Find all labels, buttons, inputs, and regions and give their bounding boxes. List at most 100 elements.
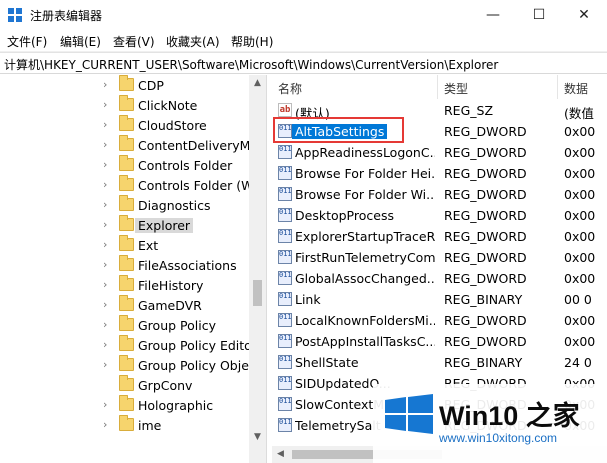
value-row[interactable]: 0110Browse For Folder Wi... REG_DWORD 0x00 bbox=[272, 184, 607, 205]
value-data: 0x00 bbox=[564, 166, 596, 181]
value-row[interactable]: 0110ShellState REG_BINARY 24 0 bbox=[272, 352, 607, 373]
tree-item-group-policy[interactable]: › Group Policy bbox=[0, 315, 250, 335]
chevron-right-icon[interactable]: › bbox=[103, 78, 107, 91]
tree-item-cdp[interactable]: › CDP bbox=[0, 75, 250, 95]
tree-item-label: Controls Folder bbox=[138, 158, 233, 173]
chevron-right-icon[interactable]: › bbox=[103, 158, 107, 171]
chevron-right-icon[interactable]: › bbox=[103, 278, 107, 291]
tree-item-label: GameDVR bbox=[138, 298, 202, 313]
tree-item-gamedvr[interactable]: › GameDVR bbox=[0, 295, 250, 315]
value-row[interactable]: 0110FirstRunTelemetryCom... REG_DWORD 0x00 bbox=[272, 247, 607, 268]
close-button[interactable]: ✕ bbox=[561, 0, 607, 30]
tree-item-fileassociations[interactable]: › FileAssociations bbox=[0, 255, 250, 275]
menu-help[interactable]: 帮助(H) bbox=[231, 33, 273, 50]
tree-item-label: ime bbox=[138, 418, 162, 433]
tree-item-grpconv[interactable]: GrpConv bbox=[0, 375, 250, 395]
tree-item-holographic[interactable]: › Holographic bbox=[0, 395, 250, 415]
tree-item-cloudstore[interactable]: › CloudStore bbox=[0, 115, 250, 135]
value-row[interactable]: 0110ExplorerStartupTraceR... REG_DWORD 0x0… bbox=[272, 226, 607, 247]
menu-view[interactable]: 查看(V) bbox=[113, 33, 155, 50]
folder-icon bbox=[119, 195, 134, 211]
chevron-right-icon[interactable]: › bbox=[103, 138, 107, 151]
value-row[interactable]: 0110Link REG_BINARY 00 0 bbox=[272, 289, 607, 310]
value-row[interactable]: 0110DesktopProcess REG_DWORD 0x00 bbox=[272, 205, 607, 226]
tree-item-clicknote[interactable]: › ClickNote bbox=[0, 95, 250, 115]
chevron-right-icon[interactable]: › bbox=[103, 218, 107, 231]
value-data: (数值 bbox=[564, 106, 594, 121]
value-row[interactable]: 0110GlobalAssocChanged... REG_DWORD 0x00 bbox=[272, 268, 607, 289]
value-row[interactable]: 0110AppReadinessLogonC... REG_DWORD 0x00 bbox=[272, 142, 607, 163]
scroll-up-icon[interactable]: ▲ bbox=[249, 75, 266, 92]
value-data: 24 0 bbox=[564, 355, 592, 370]
chevron-right-icon[interactable]: › bbox=[103, 358, 107, 371]
dword-value-icon: 0110 bbox=[278, 187, 292, 201]
menu-favorites[interactable]: 收藏夹(A) bbox=[166, 33, 220, 50]
tree-item-ext[interactable]: › Ext bbox=[0, 235, 250, 255]
address-path[interactable]: 计算机\HKEY_CURRENT_USER\Software\Microsoft… bbox=[4, 56, 498, 73]
chevron-right-icon[interactable]: › bbox=[103, 318, 107, 331]
tree-item-label: FileAssociations bbox=[138, 258, 237, 273]
chevron-right-icon[interactable]: › bbox=[103, 178, 107, 191]
dword-value-icon: 0110 bbox=[278, 334, 292, 348]
menu-bar: 文件(F) 编辑(E) 查看(V) 收藏夹(A) 帮助(H) bbox=[0, 30, 607, 52]
chevron-right-icon[interactable]: › bbox=[103, 118, 107, 131]
dword-value-icon: 0110 bbox=[278, 250, 292, 264]
tree-item-diagnostics[interactable]: › Diagnostics bbox=[0, 195, 250, 215]
value-row[interactable]: 0110LocalKnownFoldersMi... REG_DWORD 0x00 bbox=[272, 310, 607, 331]
tree-item-label: Group Policy Edito bbox=[138, 338, 252, 353]
menu-file[interactable]: 文件(F) bbox=[7, 33, 47, 50]
folder-icon bbox=[119, 215, 134, 231]
folder-icon bbox=[119, 255, 134, 271]
dword-value-icon: 0110 bbox=[278, 208, 292, 222]
value-row-selected[interactable]: 0110AltTabSettings REG_DWORD 0x00 bbox=[272, 121, 607, 142]
folder-icon bbox=[119, 175, 134, 191]
maximize-button[interactable]: ☐ bbox=[516, 0, 562, 30]
scroll-left-icon[interactable]: ◀ bbox=[272, 446, 289, 463]
binary-value-icon: 0110 bbox=[278, 292, 292, 306]
value-type: REG_DWORD bbox=[444, 313, 527, 328]
chevron-right-icon[interactable]: › bbox=[103, 98, 107, 111]
value-name: PostAppInstallTasksC... bbox=[295, 334, 435, 349]
chevron-right-icon[interactable]: › bbox=[103, 418, 107, 431]
address-bar[interactable]: 计算机\HKEY_CURRENT_USER\Software\Microsoft… bbox=[0, 52, 607, 74]
minimize-button[interactable]: — bbox=[470, 0, 516, 30]
tree-item-controls-folder[interactable]: › Controls Folder bbox=[0, 155, 250, 175]
tree-item-label: GrpConv bbox=[138, 378, 193, 393]
chevron-right-icon[interactable]: › bbox=[103, 238, 107, 251]
value-row[interactable]: ab (默认) REG_SZ (数值 bbox=[272, 100, 607, 121]
folder-icon bbox=[119, 235, 134, 251]
value-row[interactable]: 0110PostAppInstallTasksC... REG_DWORD 0x00 bbox=[272, 331, 607, 352]
tree-item-ime[interactable]: › ime bbox=[0, 415, 250, 435]
column-header-name[interactable]: 名称 bbox=[272, 75, 438, 99]
chevron-right-icon[interactable]: › bbox=[103, 258, 107, 271]
tree-item-group-policy-editor[interactable]: › Group Policy Edito bbox=[0, 335, 252, 355]
value-name: AppReadinessLogonC... bbox=[295, 145, 435, 160]
tree-item-filehistory[interactable]: › FileHistory bbox=[0, 275, 250, 295]
column-header-type[interactable]: 类型 bbox=[438, 75, 558, 99]
menu-edit[interactable]: 编辑(E) bbox=[60, 33, 101, 50]
folder-icon bbox=[119, 415, 134, 431]
column-header-data[interactable]: 数据 bbox=[558, 75, 607, 99]
tree-scrollbar[interactable]: ▲ ▼ bbox=[249, 75, 266, 463]
chevron-right-icon[interactable]: › bbox=[103, 298, 107, 311]
folder-icon bbox=[119, 295, 134, 311]
watermark: Win10 之家 www.win10xitong.com bbox=[373, 384, 607, 463]
chevron-right-icon[interactable]: › bbox=[103, 338, 107, 351]
tree-item-group-policy-objects[interactable]: › Group Policy Objec bbox=[0, 355, 256, 375]
scroll-down-icon[interactable]: ▼ bbox=[249, 429, 266, 446]
window-title: 注册表编辑器 bbox=[30, 9, 103, 23]
tree-item-contentdelivery[interactable]: › ContentDeliveryMa bbox=[0, 135, 258, 155]
value-data: 0x00 bbox=[564, 271, 596, 286]
string-value-icon: ab bbox=[278, 103, 292, 117]
value-name: LocalKnownFoldersMi... bbox=[295, 313, 435, 328]
tree-item-controls-folder-w[interactable]: › Controls Folder (W bbox=[0, 175, 254, 195]
tree-item-explorer[interactable]: › Explorer bbox=[0, 215, 250, 235]
value-data: 0x00 bbox=[564, 124, 596, 139]
value-row[interactable]: 0110Browse For Folder Hei... REG_DWORD 0x0… bbox=[272, 163, 607, 184]
chevron-right-icon[interactable]: › bbox=[103, 398, 107, 411]
value-name: Browse For Folder Wi... bbox=[295, 187, 435, 202]
chevron-right-icon[interactable]: › bbox=[103, 198, 107, 211]
tree-item-label: ClickNote bbox=[138, 98, 198, 113]
tree-scroll-thumb[interactable] bbox=[253, 280, 262, 306]
dword-value-icon: 0110 bbox=[278, 397, 292, 411]
